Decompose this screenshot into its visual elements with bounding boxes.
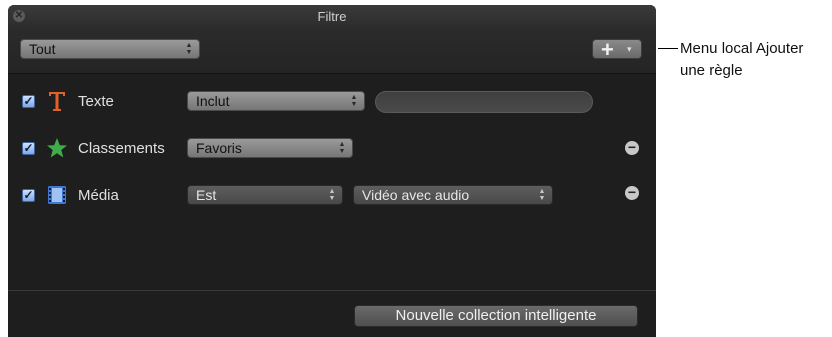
- film-icon: [48, 186, 66, 204]
- rule-checkbox-media[interactable]: ✓: [22, 189, 35, 202]
- callout-leader-line: [658, 48, 678, 49]
- rule-row-media: ✓ Média Est ▲ ▼ Vidéo avec audio ▲ ▼ −: [8, 183, 656, 213]
- scope-popup[interactable]: Tout ▲ ▼: [20, 39, 200, 59]
- new-smart-collection-button[interactable]: Nouvelle collection intelligente: [354, 305, 638, 327]
- plus-icon: +: [601, 37, 614, 62]
- rule-operator-value: Est: [196, 187, 217, 203]
- popup-arrows-icon: ▲ ▼: [538, 188, 546, 202]
- rule-label-media: Média: [78, 187, 119, 204]
- popup-arrows-icon: ▲ ▼: [185, 42, 193, 56]
- footer-divider: [8, 290, 656, 291]
- rule-operator-popup-media[interactable]: Est ▲ ▼: [187, 185, 343, 205]
- star-icon: [47, 138, 67, 158]
- scope-popup-value: Tout: [29, 41, 56, 57]
- text-value-field[interactable]: [375, 91, 593, 113]
- filter-toolbar: Tout ▲ ▼ + ▾: [8, 29, 656, 74]
- add-rule-menu-button[interactable]: + ▾: [592, 37, 642, 62]
- rule-operator-popup-ratings[interactable]: Favoris ▲ ▼: [187, 138, 353, 158]
- rule-operator-value: Inclut: [196, 93, 230, 109]
- callout-label: Menu local Ajouter une règle: [680, 40, 804, 79]
- rule-value: Vidéo avec audio: [362, 187, 470, 203]
- remove-rule-button-ratings[interactable]: −: [625, 140, 639, 155]
- rule-checkbox-ratings[interactable]: ✓: [22, 142, 35, 155]
- remove-rule-button-media[interactable]: −: [625, 185, 639, 200]
- window-title: Filtre: [317, 9, 347, 24]
- chevron-down-icon: ▾: [627, 44, 632, 54]
- rule-value-popup-media[interactable]: Vidéo avec audio ▲ ▼: [353, 185, 553, 205]
- rule-checkbox-text[interactable]: ✓: [22, 95, 35, 108]
- rule-row-ratings: ✓ Classements Favoris ▲ ▼ −: [8, 136, 656, 166]
- text-T-icon: [49, 92, 65, 111]
- rule-operator-value: Favoris: [196, 140, 242, 156]
- title-bar: ✕ Filtre: [8, 5, 656, 30]
- rule-label-ratings: Classements: [78, 140, 165, 157]
- filter-window: ✕ Filtre Tout ▲ ▼ + ▾ ✓ Texte Inclut ▲ ▼ ✓…: [8, 5, 656, 337]
- popup-arrows-icon: ▲ ▼: [338, 141, 346, 155]
- popup-arrows-icon: ▲ ▼: [328, 188, 336, 202]
- popup-arrows-icon: ▲ ▼: [350, 94, 358, 108]
- rule-label-text: Texte: [78, 93, 114, 110]
- rule-operator-popup-text[interactable]: Inclut ▲ ▼: [187, 91, 365, 111]
